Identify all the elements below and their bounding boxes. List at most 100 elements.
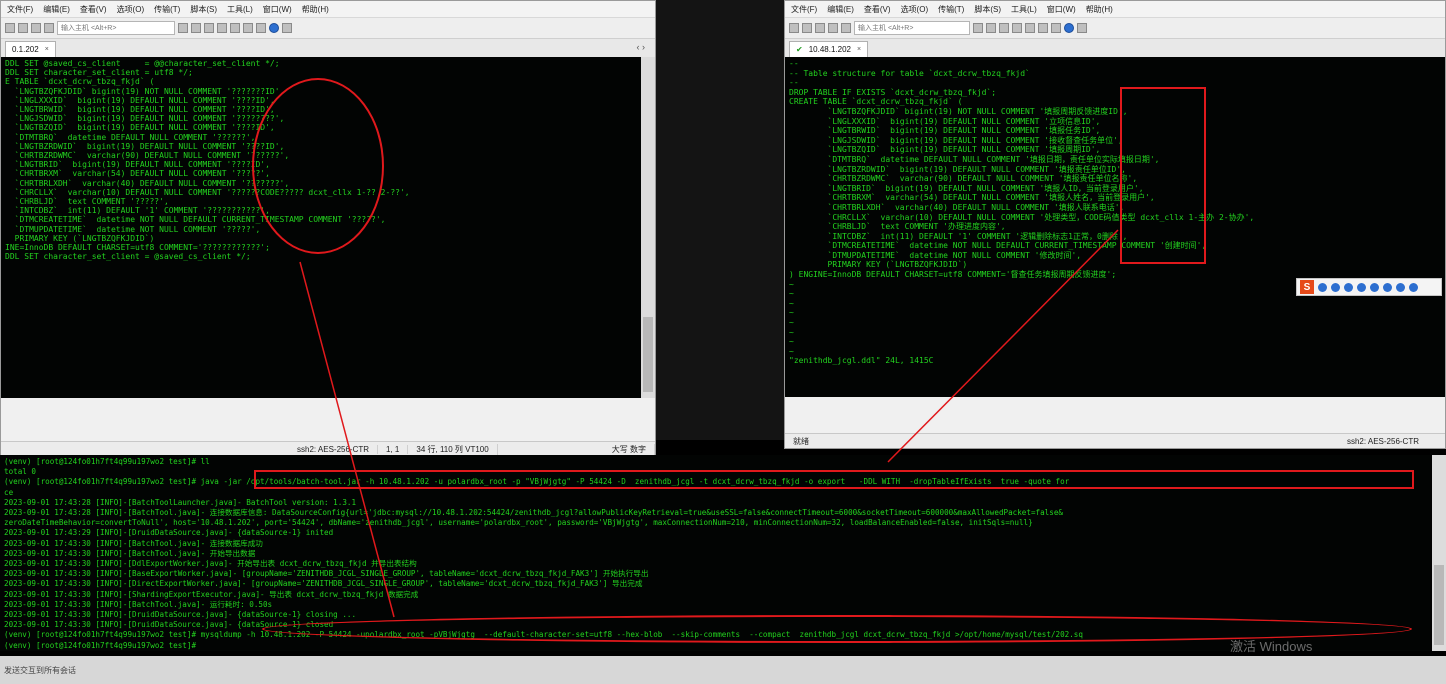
ime-menu-icon[interactable] xyxy=(1409,282,1418,292)
terminal-line: ~ xyxy=(789,337,794,347)
terminal-line: 2023-09-01 17:43:30 [INFO]-[BatchTool.ja… xyxy=(4,538,263,548)
terminal-line: "zenithdb_jcgl.ddl" 24L, 1415C xyxy=(789,356,934,366)
send-to-all-sessions-bar[interactable]: 发送交互到所有会话 xyxy=(0,656,1446,684)
background-gap xyxy=(656,0,784,440)
left-menu-options[interactable]: 选项(O) xyxy=(117,4,145,15)
left-menu-view[interactable]: 查看(V) xyxy=(80,4,107,15)
left-menu-script[interactable]: 脚本(S) xyxy=(190,4,217,15)
terminal-line: ~ xyxy=(789,308,794,318)
terminal-line: ~ xyxy=(789,327,794,337)
print-icon[interactable] xyxy=(1012,23,1022,33)
quick-connect-icon[interactable] xyxy=(802,23,812,33)
left-scrollbar-thumb[interactable] xyxy=(643,317,653,392)
close-tab-icon[interactable]: × xyxy=(857,46,861,53)
terminal-line: -- xyxy=(789,78,799,88)
terminal-line: ~ xyxy=(789,318,794,328)
keymap-icon[interactable] xyxy=(256,23,266,33)
left-session-tab[interactable]: 0.1.202 × xyxy=(5,41,56,57)
copy-icon[interactable] xyxy=(973,23,983,33)
left-status-cipher: ssh2: AES-256-CTR xyxy=(289,444,379,454)
terminal-line: `LNGTBZRDWID` bigint(19) DEFAULT NULL CO… xyxy=(789,164,1126,174)
connect-icon[interactable] xyxy=(789,23,799,33)
ime-emoji-icon[interactable] xyxy=(1344,282,1353,292)
paste-icon[interactable] xyxy=(191,23,201,33)
help-icon[interactable] xyxy=(269,23,279,33)
right-session-tab[interactable]: ✔ 10.48.1.202 × xyxy=(789,41,869,57)
screen-icon[interactable] xyxy=(1077,23,1087,33)
right-menu-view[interactable]: 查看(V) xyxy=(864,4,891,15)
terminal-line: 2023-09-01 17:43:30 [INFO]-[DdlExportWor… xyxy=(4,559,417,569)
help-icon[interactable] xyxy=(1064,23,1074,33)
reconnect-icon[interactable] xyxy=(31,23,41,33)
right-host-input[interactable]: 输入主机 <Alt+R> xyxy=(854,21,970,35)
bottom-scrollbar[interactable] xyxy=(1432,455,1446,651)
terminal-line: `CHRTBZRDWMC` varchar(90) DEFAULT NULL C… xyxy=(789,174,1138,184)
quick-connect-icon[interactable] xyxy=(18,23,28,33)
copy-icon[interactable] xyxy=(178,23,188,33)
paste-icon[interactable] xyxy=(986,23,996,33)
print-icon[interactable] xyxy=(217,23,227,33)
terminal-line: 2023-09-01 17:43:29 [INFO]-[DruidDataSou… xyxy=(4,528,334,538)
screen-icon[interactable] xyxy=(282,23,292,33)
tab-nav-arrows-icon[interactable]: ‹ › xyxy=(637,42,646,52)
sftp-icon[interactable] xyxy=(230,23,240,33)
terminal-line: `DTMTBRQ` datetime DEFAULT NULL COMMENT … xyxy=(789,154,1160,164)
reconnect-icon[interactable] xyxy=(815,23,825,33)
right-toolbar: 输入主机 <Alt+R> xyxy=(785,18,1445,39)
ime-skin-icon[interactable] xyxy=(1383,282,1392,292)
left-menu-help[interactable]: 帮助(H) xyxy=(302,4,329,15)
left-status-keys: 大写 数字 xyxy=(604,443,655,455)
ime-lang-icon[interactable] xyxy=(1318,282,1327,292)
disconnect-icon[interactable] xyxy=(828,23,838,33)
close-tab-icon[interactable]: × xyxy=(45,46,49,53)
terminal-line: ce xyxy=(4,487,14,497)
settings-icon[interactable] xyxy=(1038,23,1048,33)
ime-tools-icon[interactable] xyxy=(1396,282,1405,292)
sftp-icon[interactable] xyxy=(1025,23,1035,33)
ime-toolbar[interactable]: S xyxy=(1296,278,1442,296)
left-toolbar: 输入主机 <Alt+R> xyxy=(1,18,655,39)
connect-icon[interactable] xyxy=(5,23,15,33)
terminal-line: 2023-09-01 17:43:30 [INFO]-[BatchTool.ja… xyxy=(4,599,273,609)
left-menu-tools[interactable]: 工具(L) xyxy=(227,4,253,15)
right-menu-tools[interactable]: 工具(L) xyxy=(1011,4,1037,15)
left-menu-transfer[interactable]: 传输(T) xyxy=(154,4,180,15)
terminal-line: -- xyxy=(789,59,799,68)
ime-voice-icon[interactable] xyxy=(1357,282,1366,292)
find-icon[interactable] xyxy=(204,23,214,33)
terminal-line: 2023-09-01 17:43:30 [INFO]-[BaseExportWo… xyxy=(4,569,649,579)
left-host-input[interactable]: 输入主机 <Alt+R> xyxy=(57,21,175,35)
terminal-line: `LNGTBRID` bigint(19) DEFAULT NULL COMME… xyxy=(789,183,1144,193)
terminal-line: `LNGTBZQID` bigint(19) DEFAULT NULL COMM… xyxy=(789,145,1101,155)
left-scrollbar[interactable] xyxy=(641,57,655,398)
right-menu-window[interactable]: 窗口(W) xyxy=(1047,4,1076,15)
right-statusbar: 就绪 ssh2: AES-256-CTR xyxy=(785,433,1445,448)
terminal-line: ~ xyxy=(789,298,794,308)
right-menu-edit[interactable]: 编辑(E) xyxy=(827,4,854,15)
bottom-scrollbar-thumb[interactable] xyxy=(1434,565,1444,645)
disconnect-icon[interactable] xyxy=(44,23,54,33)
terminal-line: DDL SET @saved_cs_client = @@character_s… xyxy=(5,59,280,68)
terminal-line: 2023-09-01 17:43:30 [INFO]-[DirectExport… xyxy=(4,579,643,589)
right-menu-transfer[interactable]: 传输(T) xyxy=(938,4,964,15)
find-icon[interactable] xyxy=(999,23,1009,33)
right-menu-help[interactable]: 帮助(H) xyxy=(1086,4,1113,15)
settings-icon[interactable] xyxy=(243,23,253,33)
left-menu-edit[interactable]: 编辑(E) xyxy=(43,4,70,15)
terminal-line: `LNGLXXXID` bigint(19) DEFAULT NULL COMM… xyxy=(789,116,1101,126)
sogou-logo-icon[interactable]: S xyxy=(1300,280,1314,294)
right-session-window: 文件(F) 编辑(E) 查看(V) 选项(O) 传输(T) 脚本(S) 工具(L… xyxy=(784,0,1446,449)
left-menu-file[interactable]: 文件(F) xyxy=(7,4,33,15)
new-tab-icon[interactable] xyxy=(841,23,851,33)
right-menu-file[interactable]: 文件(F) xyxy=(791,4,817,15)
annotation-ellipse-garbled-comments xyxy=(252,78,384,254)
terminal-line: `CHRBLJD` text COMMENT '办理进度内容', xyxy=(789,222,1006,232)
right-menu-options[interactable]: 选项(O) xyxy=(901,4,929,15)
right-menubar: 文件(F) 编辑(E) 查看(V) 选项(O) 传输(T) 脚本(S) 工具(L… xyxy=(785,1,1445,18)
keymap-icon[interactable] xyxy=(1051,23,1061,33)
ime-punct-icon[interactable] xyxy=(1331,282,1340,292)
left-menu-window[interactable]: 窗口(W) xyxy=(263,4,292,15)
ime-keyboard-icon[interactable] xyxy=(1370,282,1379,292)
right-menu-script[interactable]: 脚本(S) xyxy=(974,4,1001,15)
right-terminal-output[interactable]: -- -- Table structure for table `dcxt_dcr… xyxy=(785,57,1445,397)
